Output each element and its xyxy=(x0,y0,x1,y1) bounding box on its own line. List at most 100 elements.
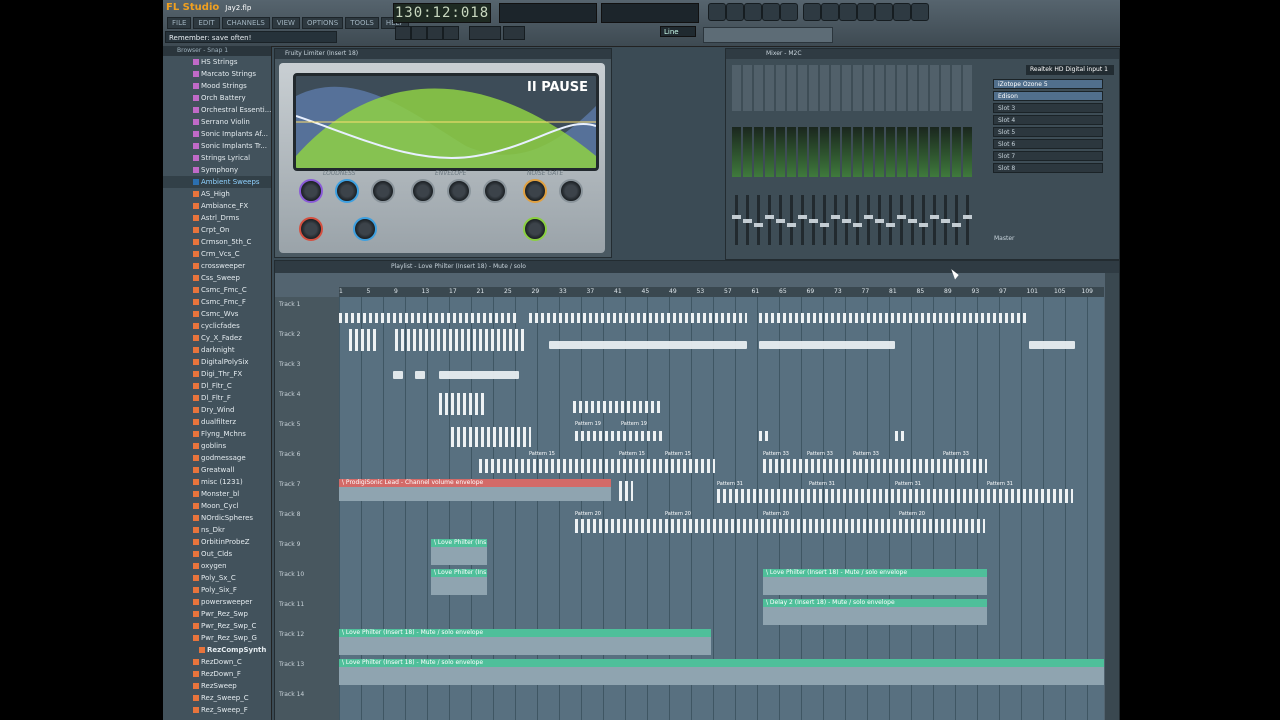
clip-track7-a[interactable] xyxy=(619,481,633,501)
browser-item[interactable]: DigitalPolySix xyxy=(163,356,271,368)
clip-track6-b[interactable] xyxy=(763,459,987,473)
fx-slot[interactable]: Edison xyxy=(993,91,1103,101)
mixer-strip[interactable] xyxy=(743,65,752,255)
ceil-knob[interactable] xyxy=(335,179,359,203)
strip-fader[interactable] xyxy=(735,195,738,245)
clip-delay-envelope-body[interactable] xyxy=(763,607,987,625)
browser-item[interactable]: Pwr_Rez_Swp xyxy=(163,608,271,620)
fx-slot[interactable]: Slot 6 xyxy=(993,139,1103,149)
track-label[interactable]: Track 1 xyxy=(279,301,300,308)
strip-label[interactable] xyxy=(809,65,818,111)
mixer-strip[interactable] xyxy=(732,65,741,255)
clip-track4-b[interactable] xyxy=(573,401,661,413)
strip-fader[interactable] xyxy=(768,195,771,245)
strip-label[interactable] xyxy=(875,65,884,111)
mixer-strip[interactable] xyxy=(919,65,928,255)
strip-fader-cap[interactable] xyxy=(952,223,961,227)
clip-track1-a[interactable] xyxy=(339,313,519,323)
clip-track5-b[interactable] xyxy=(575,431,665,441)
clip-track1-b[interactable] xyxy=(529,313,747,323)
pattern-20-label-2[interactable]: Pattern 20 xyxy=(665,511,705,518)
mixer-strip[interactable] xyxy=(864,65,873,255)
browser-item[interactable]: Css_Sweep xyxy=(163,272,271,284)
browser-item[interactable]: Crmson_5th_C xyxy=(163,236,271,248)
browser-item[interactable]: RezDown_C xyxy=(163,656,271,668)
strip-fader-cap[interactable] xyxy=(754,223,763,227)
browser-item[interactable]: Moon_Cycl xyxy=(163,500,271,512)
render-icon[interactable] xyxy=(839,3,857,21)
strip-fader-cap[interactable] xyxy=(787,223,796,227)
browser-item[interactable]: AS_High xyxy=(163,188,271,200)
browser-item[interactable]: Csmc_Wvs xyxy=(163,308,271,320)
fx-slot[interactable]: Slot 3 xyxy=(993,103,1103,113)
menu-tools[interactable]: TOOLS xyxy=(345,17,379,29)
snap-select[interactable]: Line xyxy=(660,26,696,37)
strip-fader-cap[interactable] xyxy=(930,215,939,219)
strip-label[interactable] xyxy=(952,65,961,111)
pattern-15-label-3[interactable]: Pattern 15 xyxy=(665,451,705,458)
track-label[interactable]: Track 14 xyxy=(279,691,304,698)
strip-fader[interactable] xyxy=(933,195,936,245)
strip-label[interactable] xyxy=(776,65,785,111)
strip-label[interactable] xyxy=(765,65,774,111)
mixer-strip[interactable] xyxy=(908,65,917,255)
pattern-19-label-2[interactable]: Pattern 19 xyxy=(621,421,681,428)
input-select[interactable]: Realtek HD Digital input 1 xyxy=(1026,65,1114,75)
browser-item[interactable]: Dl_Fltr_F xyxy=(163,392,271,404)
strip-fader[interactable] xyxy=(834,195,837,245)
strip-label[interactable] xyxy=(754,65,763,111)
mixer-strip[interactable] xyxy=(798,65,807,255)
clip-track2-e[interactable] xyxy=(1029,341,1075,349)
strip-fader-cap[interactable] xyxy=(765,215,774,219)
rel-knob[interactable] xyxy=(447,179,471,203)
help-icon[interactable] xyxy=(911,3,929,21)
fx-slot[interactable]: Slot 8 xyxy=(993,163,1103,173)
clip-love-philter-13-body[interactable] xyxy=(339,667,1104,685)
section-envelope[interactable]: ENVELOPE xyxy=(435,170,466,177)
clip-love-philter-a-body[interactable] xyxy=(431,547,487,565)
record-button[interactable] xyxy=(443,26,459,40)
tools-icon[interactable] xyxy=(857,3,875,21)
mixer-strip[interactable] xyxy=(787,65,796,255)
fx-slot[interactable]: Slot 5 xyxy=(993,127,1103,137)
clip-track5-a[interactable] xyxy=(451,427,531,447)
mixer-strip[interactable] xyxy=(809,65,818,255)
mixer-strip[interactable] xyxy=(853,65,862,255)
mixer-strip[interactable] xyxy=(930,65,939,255)
pattern-20-label-4[interactable]: Pattern 20 xyxy=(899,511,939,518)
mixer-strip[interactable] xyxy=(765,65,774,255)
browser-item[interactable]: Crpt_On xyxy=(163,224,271,236)
browser-item[interactable]: Csmc_Fmc_C xyxy=(163,284,271,296)
track-label[interactable]: Track 12 xyxy=(279,631,304,638)
strip-label[interactable] xyxy=(732,65,741,111)
browser-item[interactable]: Out_Clds xyxy=(163,548,271,560)
browser-item[interactable]: darknight xyxy=(163,344,271,356)
record-audio-icon[interactable] xyxy=(875,3,893,21)
pattern-31-label[interactable]: Pattern 31 xyxy=(717,481,807,488)
strip-fader-cap[interactable] xyxy=(853,223,862,227)
browser-item[interactable]: RezDown_F xyxy=(163,668,271,680)
pattern-33-label[interactable]: Pattern 33 xyxy=(763,451,803,458)
browser-item[interactable]: Monster_bl xyxy=(163,488,271,500)
strip-fader[interactable] xyxy=(889,195,892,245)
playlist-grid[interactable]: Pattern 19 Pattern 19 Pattern 15 Pattern… xyxy=(339,297,1104,720)
browser-item[interactable]: Rez_Sweep_F xyxy=(163,704,271,716)
strip-fader-cap[interactable] xyxy=(941,219,950,223)
pattern-31-label-2[interactable]: Pattern 31 xyxy=(809,481,849,488)
strip-label[interactable] xyxy=(930,65,939,111)
strip-fader[interactable] xyxy=(955,195,958,245)
strip-fader-cap[interactable] xyxy=(886,223,895,227)
browser-item[interactable]: Sonic Implants Af... xyxy=(163,128,271,140)
clip-love-philter-12-body[interactable] xyxy=(339,637,711,655)
track-label[interactable]: Track 3 xyxy=(279,361,300,368)
pattern-33-label-4[interactable]: Pattern 33 xyxy=(943,451,983,458)
clip-track1-c[interactable] xyxy=(759,313,1029,323)
browser-item[interactable]: NOrdicSpheres xyxy=(163,512,271,524)
strip-fader-cap[interactable] xyxy=(864,215,873,219)
clip-track7-b[interactable] xyxy=(717,489,1073,503)
clip-track4-a[interactable] xyxy=(439,393,485,415)
gain-knob[interactable] xyxy=(299,179,323,203)
strip-fader-cap[interactable] xyxy=(732,215,741,219)
browser-item[interactable]: RezCompSynth xyxy=(163,644,271,656)
browser-item[interactable]: Digi_Thr_FX xyxy=(163,368,271,380)
